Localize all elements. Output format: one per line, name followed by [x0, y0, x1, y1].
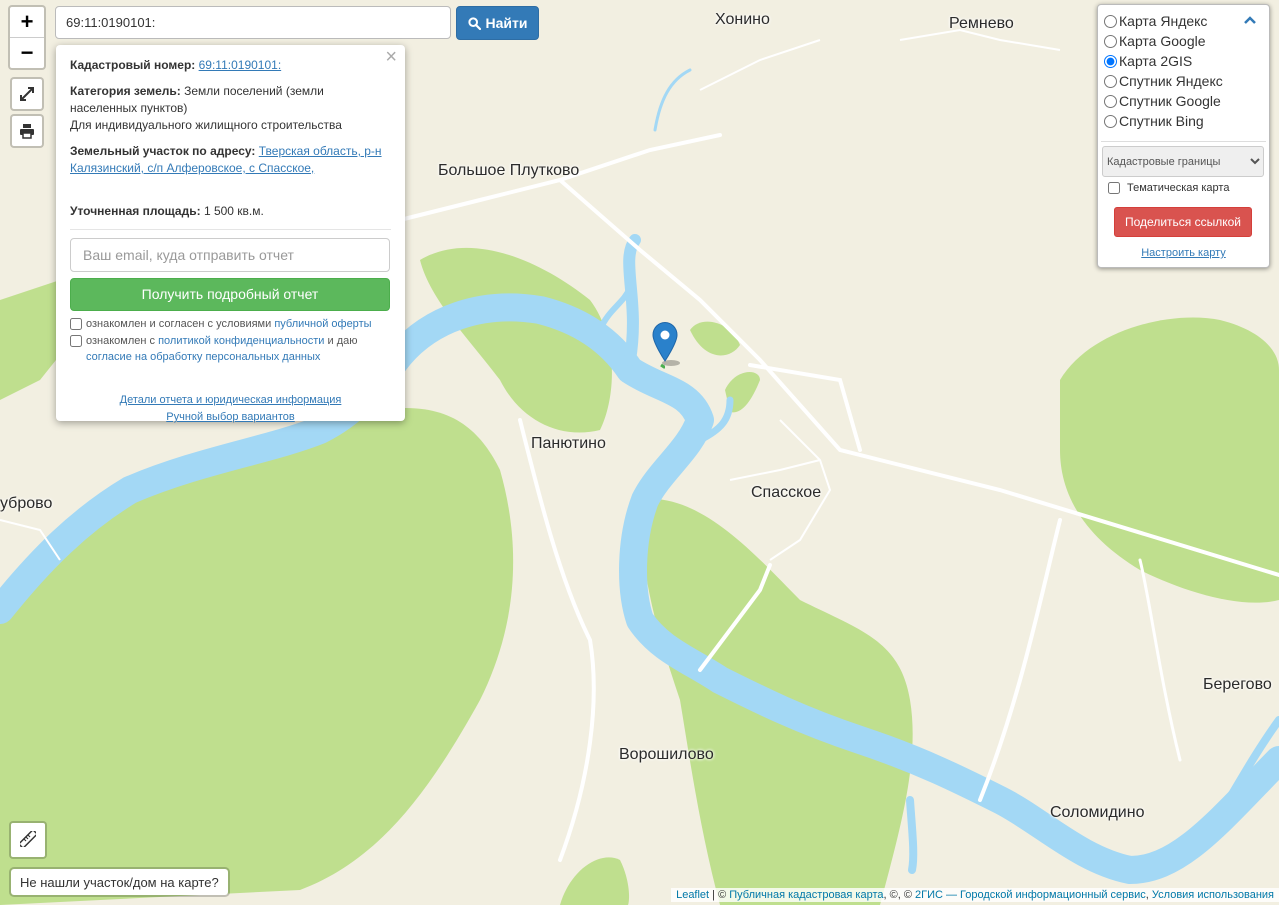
thematic-map-checkbox[interactable] [1108, 182, 1120, 194]
parcel-info-popup: × Кадастровый номер: 69:11:0190101: Кате… [56, 45, 405, 423]
place-solomidino: Соломидино [1050, 804, 1145, 821]
email-field[interactable] [70, 238, 390, 272]
layer-label: Карта 2GIS [1119, 53, 1193, 69]
offer-consent: ознакомлен и согласен с условиями публич… [70, 316, 391, 332]
offer-consent-text: ознакомлен и согласен с условиями публич… [86, 318, 372, 330]
place-voroshilovo: Ворошилово [619, 746, 714, 763]
print-button[interactable] [10, 114, 44, 148]
zoom-in-button[interactable]: + [10, 7, 44, 38]
search-icon [467, 16, 481, 30]
place-remnevo: Ремнево [949, 15, 1014, 32]
cadastral-layer-select[interactable]: Кадастровые границы [1102, 146, 1264, 177]
thematic-map-toggle[interactable]: Тематическая карта [1108, 182, 1229, 194]
offer-link[interactable]: публичной оферты [274, 318, 371, 330]
offer-consent-checkbox[interactable] [70, 318, 82, 330]
find-button[interactable]: Найти [456, 6, 539, 40]
land-category-row: Категория земель: Земли поселений (земли… [70, 83, 391, 134]
privacy-consent: ознакомлен с политикой конфиденциальност… [70, 333, 391, 365]
zoom-out-button[interactable]: − [10, 38, 44, 68]
layer-label: Спутник Яндекс [1119, 73, 1223, 89]
cadastral-number-link[interactable]: 69:11:0190101: [199, 58, 282, 72]
2gis-link[interactable]: 2ГИС — Городской информационный сервис [915, 889, 1146, 901]
manual-selection-link[interactable]: Ручной выбор вариантов [166, 411, 294, 423]
layer-label: Спутник Bing [1119, 113, 1204, 129]
layers-panel: Карта Яндекс Карта Google Карта 2GIS Спу… [1097, 4, 1270, 268]
land-category-label: Категория земель: [70, 84, 181, 98]
privacy-consent-checkbox[interactable] [70, 335, 82, 347]
map-settings-link[interactable]: Настроить карту [1098, 247, 1269, 259]
place-panyutino: Панютино [531, 435, 606, 452]
layers-divider [1101, 141, 1266, 142]
layer-label: Спутник Google [1119, 93, 1221, 109]
popup-footer-links: Детали отчета и юридическая информация Р… [70, 392, 391, 426]
layer-yandex-satellite[interactable]: Спутник Яндекс [1104, 73, 1223, 89]
layer-google-satellite-radio[interactable] [1104, 94, 1117, 108]
layer-google-map-radio[interactable] [1104, 34, 1117, 48]
map-marker-icon[interactable] [651, 321, 685, 369]
chevron-up-icon[interactable] [1243, 15, 1257, 25]
report-details-link[interactable]: Детали отчета и юридическая информация [120, 394, 342, 406]
share-link-button[interactable]: Поделиться ссылкой [1114, 207, 1252, 237]
layer-label: Карта Яндекс [1119, 13, 1208, 29]
cadastral-search-input[interactable] [55, 6, 451, 39]
personal-data-consent-link[interactable]: согласие на обработку персональных данны… [86, 351, 320, 363]
place-spasskoe: Спасское [751, 484, 822, 501]
place-khonino: Хонино [715, 11, 770, 28]
layer-2gis-map-radio[interactable] [1104, 54, 1117, 68]
find-button-label: Найти [485, 15, 528, 31]
popup-divider [70, 229, 391, 230]
layer-label: Карта Google [1119, 33, 1206, 49]
layer-bing-satellite[interactable]: Спутник Bing [1104, 113, 1204, 129]
address-label: Земельный участок по адресу: [70, 144, 256, 158]
leaflet-link[interactable]: Leaflet [676, 889, 709, 901]
printer-icon [20, 124, 34, 139]
get-report-button[interactable]: Получить подробный отчет [70, 278, 390, 311]
layer-yandex-satellite-radio[interactable] [1104, 74, 1117, 88]
layer-google-map[interactable]: Карта Google [1104, 33, 1206, 49]
place-ubrovo: уброво [0, 495, 53, 512]
thematic-map-label: Тематическая карта [1127, 182, 1230, 194]
measure-button[interactable] [9, 821, 47, 859]
privacy-policy-link[interactable]: политикой конфиденциальности [158, 335, 324, 347]
terms-link[interactable]: Условия использования [1152, 889, 1274, 901]
privacy-consent-text: ознакомлен с политикой конфиденциальност… [86, 335, 358, 363]
layer-yandex-map-radio[interactable] [1104, 14, 1117, 28]
ruler-icon [20, 831, 36, 847]
layer-2gis-map[interactable]: Карта 2GIS [1104, 53, 1192, 69]
area-row: Уточненная площадь: 1 500 кв.м. [70, 203, 391, 220]
place-beregovo: Берегово [1203, 676, 1272, 693]
layer-bing-satellite-radio[interactable] [1104, 114, 1117, 128]
not-found-button[interactable]: Не нашли участок/дом на карте? [9, 867, 230, 897]
zoom-control: + − [8, 5, 46, 70]
fullscreen-button[interactable] [10, 77, 44, 111]
pkk-link[interactable]: Публичная кадастровая карта [729, 889, 883, 901]
area-value: 1 500 кв.м. [203, 204, 264, 218]
place-bolshoe-plutkovo: Большое Плутково [438, 162, 580, 179]
layer-yandex-map[interactable]: Карта Яндекс [1104, 13, 1207, 29]
land-usage-value: Для индивидуального жилищного строительс… [70, 118, 342, 132]
map-attribution: Leaflet | © Публичная кадастровая карта,… [671, 888, 1279, 902]
layer-google-satellite[interactable]: Спутник Google [1104, 93, 1221, 109]
cadastral-number-label: Кадастровый номер: [70, 58, 196, 72]
area-label: Уточненная площадь: [70, 204, 201, 218]
close-icon[interactable]: × [385, 47, 397, 67]
expand-icon [20, 87, 34, 101]
address-row: Земельный участок по адресу: Тверская об… [70, 143, 391, 177]
cadastral-number-row: Кадастровый номер: 69:11:0190101: [70, 57, 391, 74]
